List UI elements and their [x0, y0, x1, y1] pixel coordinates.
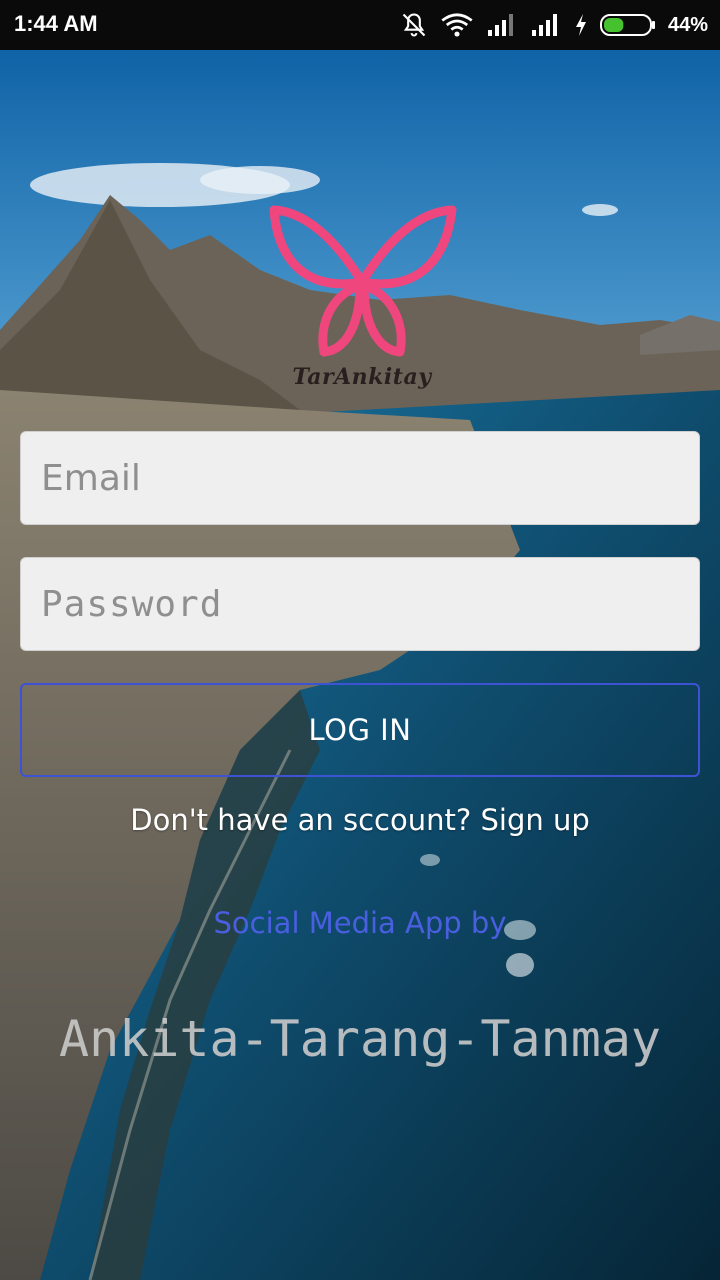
password-field[interactable] — [20, 557, 700, 651]
login-button[interactable]: LOG IN — [20, 683, 700, 777]
status-icons: 44% — [400, 10, 708, 40]
butterfly-icon — [269, 205, 457, 357]
signal-icon — [531, 14, 557, 36]
status-time: 1:44 AM — [14, 11, 98, 36]
battery-percent: 44% — [667, 13, 708, 36]
email-input[interactable] — [21, 432, 699, 524]
signup-link[interactable]: Don't have an sccount? Sign up — [0, 803, 720, 837]
credits-text: Social Media App by — [213, 906, 507, 940]
email-field[interactable] — [20, 431, 700, 525]
status-bar: 1:44 AM 44% — [0, 0, 720, 50]
app-logo: TarAnkitay — [266, 200, 458, 400]
password-input[interactable] — [21, 558, 699, 650]
logo-text: TarAnkitay — [292, 364, 432, 390]
charging-icon — [575, 14, 586, 36]
signal-icon — [487, 14, 513, 36]
wifi-icon — [441, 13, 473, 37]
battery-icon — [599, 14, 655, 36]
authors-text: Ankita-Tarang-Tanmay — [58, 1010, 662, 1068]
mute-icon — [402, 13, 426, 37]
